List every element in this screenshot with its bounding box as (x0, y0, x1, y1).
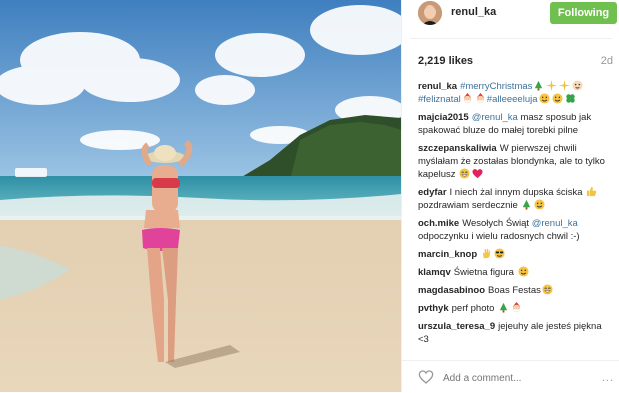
comment-item: szczepanskaliwia W pierwszej chwili myśla… (418, 142, 614, 181)
heart-emoji-icon (472, 168, 483, 179)
header-divider (410, 38, 612, 39)
grin-emoji-icon (459, 168, 470, 179)
comment-item: klamqv Świetna figura (418, 266, 614, 279)
hashtag-link[interactable]: #merryChristmas (460, 81, 532, 92)
face-emoji-icon (572, 80, 583, 91)
avatar[interactable] (418, 1, 442, 25)
comment-username[interactable]: urszula_teresa_9 (418, 321, 495, 332)
smile-emoji-icon (538, 93, 550, 104)
comment-item: marcin_knop (418, 248, 614, 261)
mention-link[interactable]: @renul_ka (532, 218, 578, 229)
comment-text: perf photo (451, 303, 498, 314)
comment-item: majcia2015 @renul_ka masz sposub jak spak… (418, 111, 614, 137)
santa-emoji-icon (511, 302, 522, 313)
comment-username[interactable]: klamqv (418, 267, 451, 278)
tree-emoji-icon (533, 80, 544, 91)
comment-item: karolunia_Ale renus zrelaksowana tak (418, 351, 614, 352)
post-timestamp[interactable]: 2d (601, 55, 613, 67)
comment-text: odpoczynku i wielu radosnych chwil :-) (418, 231, 580, 242)
grin-emoji-icon (542, 284, 553, 295)
comment-item: pvthyk perf photo (418, 302, 614, 315)
smile-emoji-icon (551, 93, 563, 104)
hashtag-link[interactable]: #alleeeeluja (487, 94, 538, 105)
post-header: renul_ka Following (402, 0, 619, 28)
clover-emoji-icon (565, 93, 576, 104)
more-options-icon[interactable]: ... (602, 372, 614, 384)
smile-emoji-icon (518, 266, 529, 277)
comment-item: magdasabinoo Boas Festas (418, 284, 614, 297)
beach-photo-image (0, 0, 401, 392)
comment-item: urszula_teresa_9 jejeuhy ale jesteś piękn… (418, 320, 614, 346)
sparkle-emoji-icon (559, 80, 571, 91)
following-button[interactable]: Following (550, 2, 617, 24)
comment-username[interactable]: marcin_knop (418, 249, 477, 260)
mention-link[interactable]: @renul_ka (472, 112, 518, 123)
tree-emoji-icon (498, 302, 509, 313)
thumb-emoji-icon (586, 186, 597, 197)
header-username[interactable]: renul_ka (451, 6, 496, 18)
comment-text: Boas Festas (488, 285, 541, 296)
comment-username[interactable]: szczepanskaliwia (418, 143, 497, 154)
comment-item: edyfar I niech żal innym dupska ściska po… (418, 186, 614, 212)
post-photo[interactable] (0, 0, 401, 392)
comment-text: Wesołych Świąt (462, 218, 532, 229)
cool-emoji-icon (494, 248, 505, 259)
comment-item: renul_ka #merryChristmas #feliznatal #allee… (418, 80, 614, 106)
santa-emoji-icon (475, 93, 486, 104)
comment-username[interactable]: och.mike (418, 218, 459, 229)
likes-count[interactable]: 2,219 likes (418, 55, 473, 67)
comment-footer: ... (402, 360, 619, 393)
heart-outline-icon[interactable] (418, 369, 434, 385)
comment-username[interactable]: edyfar (418, 187, 447, 198)
add-comment-input[interactable] (441, 368, 595, 388)
comment-username[interactable]: pvthyk (418, 303, 449, 314)
smile-emoji-icon (534, 199, 545, 210)
comment-text: pozdrawiam serdecznie (418, 200, 521, 211)
santa-emoji-icon (462, 93, 473, 104)
post-side-panel: renul_ka Following 2,219 likes 2d renul_… (401, 0, 619, 392)
comment-username[interactable]: majcia2015 (418, 112, 469, 123)
hashtag-link[interactable]: #feliznatal (418, 94, 461, 105)
comment-username[interactable]: renul_ka (418, 81, 457, 92)
comment-item: och.mike Wesołych Świąt @renul_ka odpoczy… (418, 217, 614, 243)
tree-emoji-icon (521, 199, 532, 210)
sparkle-emoji-icon (546, 80, 558, 91)
comments-list: renul_ka #merryChristmas #feliznatal #allee… (418, 80, 614, 352)
hand-emoji-icon (481, 248, 492, 259)
comment-text: I niech żal innym dupska ściska (449, 187, 586, 198)
avatar-image (418, 1, 442, 25)
comment-text: Świetna figura (453, 267, 517, 278)
comment-username[interactable]: magdasabinoo (418, 285, 485, 296)
